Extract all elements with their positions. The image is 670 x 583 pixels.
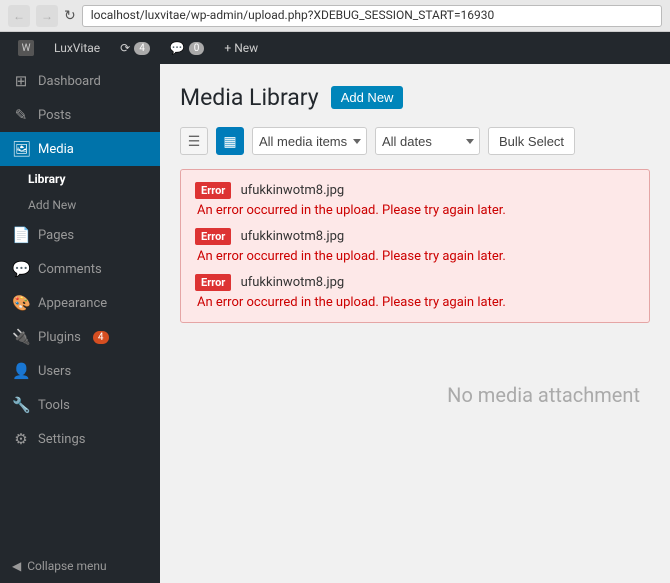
no-media-text: No media attachment [180,383,650,407]
settings-icon: ⚙ [12,430,30,448]
library-label: Library [28,172,66,186]
comments-icon: 💬 [12,260,30,278]
sidebar-item-appearance[interactable]: 🎨 Appearance [0,286,160,320]
admin-bar-site-name[interactable]: LuxVitae [44,32,110,64]
bulk-select-button[interactable]: Bulk Select [488,127,575,155]
sidebar-label-pages: Pages [38,228,74,243]
sidebar-item-dashboard[interactable]: ⊞ Dashboard [0,64,160,98]
grid-view-button[interactable]: ▦ [216,127,244,155]
comments-count: 0 [189,42,205,55]
sidebar-label-tools: Tools [38,398,70,413]
appearance-icon: 🎨 [12,294,30,312]
error-row-2: Error ufukkinwotm8.jpg An error occurred… [195,228,635,264]
list-view-button[interactable]: ☰ [180,127,208,155]
main-layout: ⊞ Dashboard ✎ Posts 🖼 Media Library Add … [0,64,670,583]
wp-admin-bar: W LuxVitae ⟳ 4 💬 0 + New [0,32,670,64]
browser-bar: ← → ↻ localhost/luxvitae/wp-admin/upload… [0,0,670,32]
page-title-row: Media Library Add New [180,84,650,111]
sidebar-label-posts: Posts [38,108,71,123]
sidebar-item-tools[interactable]: 🔧 Tools [0,388,160,422]
plus-icon: + [224,41,231,55]
tools-icon: 🔧 [12,396,30,414]
media-icon: 🖼 [12,140,30,158]
error-label-2: Error [195,228,231,245]
sidebar-item-comments[interactable]: 💬 Comments [0,252,160,286]
error-filename-1: ufukkinwotm8.jpg [241,183,345,198]
back-button[interactable]: ← [8,5,30,27]
content-area: Media Library Add New ☰ ▦ All media item… [160,64,670,583]
comment-icon: 💬 [170,41,185,55]
sidebar-label-users: Users [38,364,71,379]
sidebar-label-comments: Comments [38,262,102,277]
page-title: Media Library [180,84,319,111]
date-filter[interactable]: All dates January 2024 [375,127,480,155]
sidebar-label-plugins: Plugins [38,330,81,345]
plugins-badge: 4 [93,331,109,344]
error-row-1: Error ufukkinwotm8.jpg An error occurred… [195,182,635,218]
toolbar-row: ☰ ▦ All media items Images Audio Video D… [180,127,650,155]
plugins-icon: 🔌 [12,328,30,346]
sidebar: ⊞ Dashboard ✎ Posts 🖼 Media Library Add … [0,64,160,583]
sidebar-item-users[interactable]: 👤 Users [0,354,160,388]
error-filename-2: ufukkinwotm8.jpg [241,229,345,244]
media-type-filter[interactable]: All media items Images Audio Video Docum… [252,127,367,155]
url-bar[interactable]: localhost/luxvitae/wp-admin/upload.php?X… [82,5,662,27]
error-box: Error ufukkinwotm8.jpg An error occurred… [180,169,650,323]
error-message-3: An error occurred in the upload. Please … [197,295,635,310]
sidebar-sub-item-add-new[interactable]: Add New [0,192,160,218]
dashboard-icon: ⊞ [12,72,30,90]
error-filename-3: ufukkinwotm8.jpg [241,275,345,290]
error-message-2: An error occurred in the upload. Please … [197,249,635,264]
admin-bar-comments[interactable]: 💬 0 [160,32,215,64]
reload-button[interactable]: ↻ [64,7,76,24]
sidebar-item-posts[interactable]: ✎ Posts [0,98,160,132]
admin-bar-site-icon[interactable]: W [8,32,44,64]
error-message-1: An error occurred in the upload. Please … [197,203,635,218]
sidebar-label-settings: Settings [38,432,85,447]
users-icon: 👤 [12,362,30,380]
wordpress-icon: W [18,40,34,56]
sidebar-item-settings[interactable]: ⚙ Settings [0,422,160,456]
site-name-label: LuxVitae [54,41,100,55]
collapse-menu-label: Collapse menu [27,559,106,573]
sidebar-label-dashboard: Dashboard [38,74,101,89]
sidebar-label-media: Media [38,142,74,157]
update-icon: ⟳ [120,41,130,55]
add-new-button[interactable]: Add New [331,86,404,109]
collapse-arrow-icon: ◀ [12,559,21,573]
sidebar-sub-item-library[interactable]: Library [0,166,160,192]
sidebar-label-appearance: Appearance [38,296,107,311]
error-label-1: Error [195,182,231,199]
add-new-sub-label: Add New [28,198,76,212]
posts-icon: ✎ [12,106,30,124]
collapse-menu[interactable]: ◀ Collapse menu [0,549,160,583]
updates-count: 4 [134,42,150,55]
sidebar-item-media[interactable]: 🖼 Media [0,132,160,166]
pages-icon: 📄 [12,226,30,244]
forward-button[interactable]: → [36,5,58,27]
error-row-3: Error ufukkinwotm8.jpg An error occurred… [195,274,635,310]
error-label-3: Error [195,274,231,291]
admin-bar-updates[interactable]: ⟳ 4 [110,32,160,64]
new-label: New [234,41,258,55]
admin-bar-new[interactable]: + New [214,32,268,64]
sidebar-item-pages[interactable]: 📄 Pages [0,218,160,252]
sidebar-item-plugins[interactable]: 🔌 Plugins 4 [0,320,160,354]
